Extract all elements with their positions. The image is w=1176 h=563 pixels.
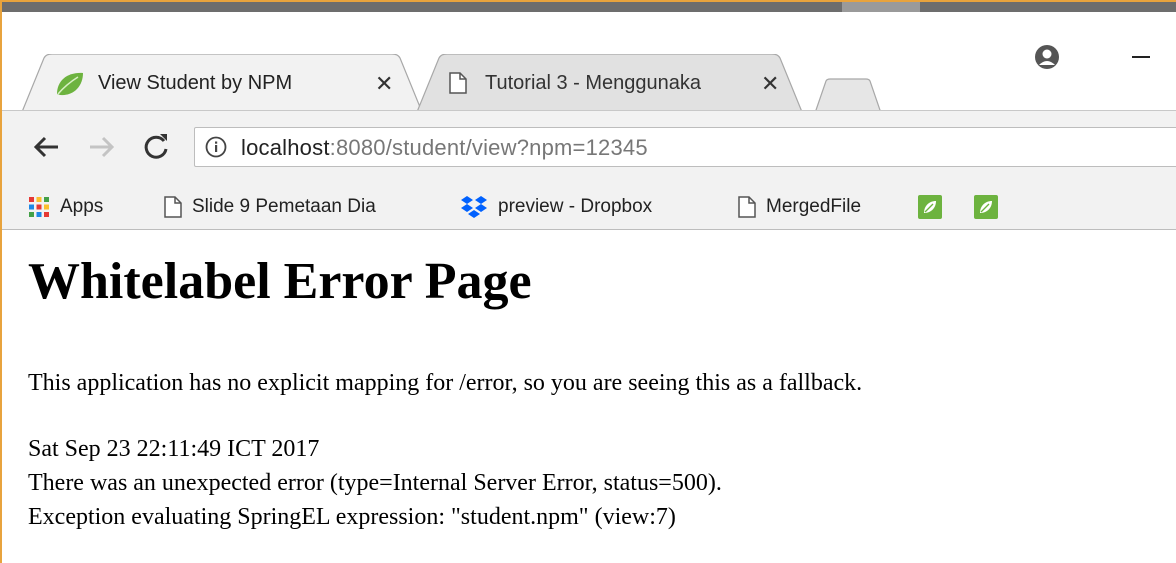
minimize-button[interactable] [1132, 56, 1150, 58]
page-title: Whitelabel Error Page [28, 253, 532, 310]
error-message: This application has no explicit mapping… [28, 370, 863, 396]
error-timestamp: Sat Sep 23 22:11:49 ICT 2017 [28, 436, 320, 462]
reload-icon[interactable] [138, 129, 174, 165]
tab-close-button[interactable]: ✕ [375, 72, 393, 96]
bookmark-mergedfile[interactable]: MergedFile [738, 192, 861, 222]
tab-title: View Student by NPM [98, 72, 293, 94]
url-text: localhost:8080/student/view?npm=12345 [241, 135, 648, 161]
url-host: localhost [241, 135, 330, 160]
url-path: :8080/student/view?npm=12345 [329, 135, 648, 160]
bookmark-spring-2[interactable] [974, 192, 1008, 222]
error-exception: Exception evaluating SpringEL expression… [28, 504, 676, 530]
tab-title: Tutorial 3 - Menggunaka [485, 72, 702, 94]
leaf-icon [974, 195, 998, 219]
leaf-icon [918, 195, 942, 219]
page-icon [738, 196, 756, 218]
new-tab-button[interactable] [814, 78, 882, 114]
bookmark-label: Slide 9 Pemetaan Dia [192, 196, 376, 217]
tab-view-student[interactable]: View Student by NPM ✕ [22, 54, 422, 112]
bookmark-label: MergedFile [766, 196, 862, 217]
error-type-status: There was an unexpected error (type=Inte… [28, 470, 722, 496]
bookmark-apps[interactable]: Apps [28, 192, 103, 222]
bookmark-dropbox[interactable]: preview - Dropbox [460, 192, 652, 222]
browser-window: View Student by NPM ✕ Tutorial 3 - Mengg… [0, 0, 1176, 563]
spring-leaf-icon [54, 70, 86, 103]
back-arrow-icon[interactable] [28, 129, 64, 165]
bookmark-label: Apps [60, 196, 104, 217]
bookmarks-bar: Apps Slide 9 Pemetaan Dia preview - Drop… [2, 186, 1176, 230]
bookmark-spring-1[interactable] [918, 192, 952, 222]
profile-icon[interactable] [1034, 44, 1060, 70]
tab-strip: View Student by NPM ✕ Tutorial 3 - Mengg… [2, 12, 1176, 114]
tab-tutorial-3[interactable]: Tutorial 3 - Menggunaka ✕ [417, 54, 802, 112]
address-bar[interactable]: localhost:8080/student/view?npm=12345 [194, 127, 1176, 167]
bookmark-slide-9[interactable]: Slide 9 Pemetaan Dia [164, 192, 414, 222]
dropbox-icon [460, 195, 488, 219]
forward-arrow-icon[interactable] [84, 129, 120, 165]
page-icon [449, 72, 467, 99]
window-top-strip [2, 2, 1176, 12]
page-icon [164, 196, 182, 218]
tab-close-button[interactable]: ✕ [761, 72, 779, 96]
page-content: Whitelabel Error Page This application h… [2, 230, 1176, 563]
apps-grid-icon [28, 196, 50, 218]
info-icon[interactable] [205, 136, 227, 158]
browser-toolbar: localhost:8080/student/view?npm=12345 [2, 110, 1176, 187]
bookmark-label: preview - Dropbox [498, 196, 653, 217]
